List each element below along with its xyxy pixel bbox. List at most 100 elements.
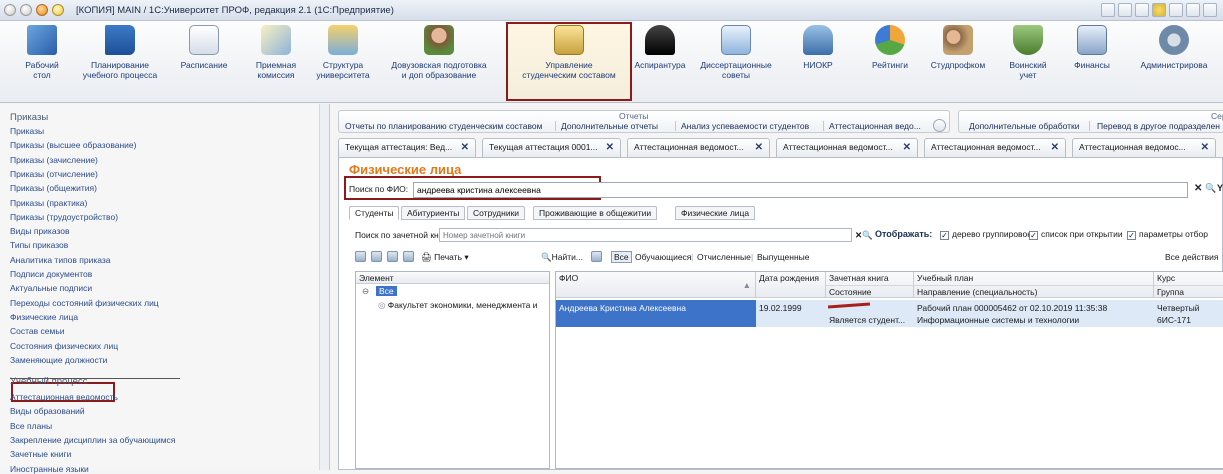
star-icon[interactable]	[1152, 3, 1166, 17]
section-dissertation[interactable]: Диссертационные советы	[692, 25, 780, 80]
back-icon[interactable]	[20, 4, 32, 16]
section-structure[interactable]: Структура университета	[312, 25, 374, 80]
table-icon[interactable]	[403, 251, 414, 262]
option-list[interactable]: ✓ список при открытии	[1029, 229, 1123, 240]
calculator-icon[interactable]	[1101, 3, 1115, 17]
find-button[interactable]: 🔍Найти...	[541, 252, 583, 263]
sidebar-item[interactable]: Закрепление дисциплин за обучающимся	[10, 435, 175, 445]
sidebar-item[interactable]: Заменяющие должности	[10, 355, 107, 365]
column-record-book[interactable]: Зачетная книга Состояние	[826, 272, 914, 298]
fio-search-input[interactable]	[413, 182, 1188, 198]
service-transfer[interactable]: Перевод в другое подразделен	[1097, 121, 1220, 131]
sidebar-scrollbar[interactable]	[319, 104, 329, 470]
more-reports-button[interactable]	[933, 119, 946, 132]
sidebar-item[interactable]: Приказы	[10, 126, 44, 136]
column-plan[interactable]: Учебный план Направление (специальность)	[914, 272, 1154, 298]
column-fio[interactable]: ФИО ▲	[556, 272, 756, 298]
section-desktop[interactable]: Рабочий стол	[14, 25, 70, 80]
sidebar-item[interactable]: Типы приказов	[10, 240, 68, 250]
close-icon[interactable]: ✕	[1201, 139, 1209, 156]
tab-open[interactable]: Текущая аттестация: Вед... ✕	[338, 138, 476, 157]
tab-open[interactable]: Аттестационная ведомост... ✕	[627, 138, 770, 157]
checkbox-icon[interactable]: ✓	[940, 231, 949, 240]
cell-course[interactable]: Четвертый 6ИС-171	[1154, 300, 1223, 327]
tree-root-row[interactable]: ⊖ Все	[356, 286, 549, 298]
sidebar-item[interactable]: Приказы (практика)	[10, 198, 87, 208]
clear-search-icon[interactable]: ✕🔍	[855, 230, 873, 241]
section-finance[interactable]: Финансы	[1064, 25, 1120, 70]
subtab-employees[interactable]: Сотрудники	[467, 206, 526, 220]
sidebar-item[interactable]: Приказы (высшее образование)	[10, 140, 136, 150]
section-schedule[interactable]: Расписание	[172, 25, 236, 70]
sidebar-item[interactable]: Состав семьи	[10, 326, 65, 336]
service-additional[interactable]: Дополнительные обработки	[969, 121, 1079, 131]
tree-item[interactable]: ◎ Факультет экономики, менеджмента и	[378, 300, 548, 311]
sidebar-item[interactable]: Приказы (трудоустройство)	[10, 212, 118, 222]
option-filter[interactable]: ✓ параметры отбор	[1127, 229, 1208, 240]
tree-root[interactable]: Все	[376, 286, 397, 296]
preview-icon[interactable]	[1135, 3, 1149, 17]
sidebar-item[interactable]: Переходы состояний физических лиц	[10, 298, 159, 308]
close-icon[interactable]: ✕	[755, 139, 763, 156]
section-postgraduate[interactable]: Аспирантура	[630, 25, 690, 70]
print-icon[interactable]	[1118, 3, 1132, 17]
option-tree[interactable]: ✓ дерево группировок	[940, 229, 1031, 240]
column-course[interactable]: Курс Группа	[1154, 272, 1223, 298]
calendar-icon[interactable]	[1186, 3, 1200, 17]
window-icon[interactable]	[1203, 3, 1217, 17]
sidebar-item[interactable]: Приказы (отчисление)	[10, 169, 98, 179]
clear-icon[interactable]: ✕	[1194, 183, 1202, 194]
close-icon[interactable]: ✕	[903, 139, 911, 156]
tab-open[interactable]: Аттестационная ведомос... ✕	[1072, 138, 1216, 157]
section-admission[interactable]: Приемная комиссия	[246, 25, 306, 80]
sidebar-item[interactable]: Аналитика типов приказа	[10, 255, 111, 265]
cell-fio[interactable]: Андреева Кристина Алексеевна	[556, 300, 756, 327]
cell-record-book[interactable]: Является студент...	[826, 300, 914, 327]
cell-plan[interactable]: Рабочий план 000005462 от 02.10.2019 11:…	[914, 300, 1154, 327]
sidebar-item[interactable]: Аттестационная ведомость	[10, 392, 118, 402]
forward-icon[interactable]	[36, 4, 48, 16]
sidebar-item[interactable]: Зачетные книги	[10, 449, 71, 459]
subtab-dormitory[interactable]: Проживающие в общежитии	[533, 206, 658, 220]
tab-open[interactable]: Аттестационная ведомост... ✕	[776, 138, 918, 157]
section-ratings[interactable]: Рейтинги	[862, 25, 918, 70]
section-planning[interactable]: Планирование учебного процесса	[80, 25, 160, 80]
collapse-icon[interactable]: ⊖	[362, 286, 369, 297]
close-icon[interactable]: ✕	[606, 139, 614, 156]
cancel-search-icon[interactable]	[591, 251, 602, 262]
sidebar-item[interactable]: Физические лица	[10, 312, 78, 322]
filter-expelled[interactable]: Отчисленные	[697, 252, 751, 262]
filter-studying[interactable]: Обучающиеся	[635, 252, 691, 262]
section-pre-university[interactable]: Довузовская подготовка и доп образование	[380, 25, 498, 80]
refresh-icon[interactable]	[387, 251, 398, 262]
sidebar-item[interactable]: Иностранные языки	[10, 464, 89, 474]
column-birth[interactable]: Дата рождения	[756, 272, 826, 298]
tab-open[interactable]: Аттестационная ведомост... ✕	[924, 138, 1066, 157]
sidebar-item[interactable]: Виды образований	[10, 406, 85, 416]
filter-graduated[interactable]: Выпущенные	[757, 252, 809, 262]
checkbox-icon[interactable]: ✓	[1127, 231, 1136, 240]
section-union[interactable]: Студпрофком	[924, 25, 992, 70]
sidebar-item[interactable]: Все планы	[10, 421, 52, 431]
sidebar-item[interactable]: Виды приказов	[10, 226, 70, 236]
home-icon[interactable]	[1169, 3, 1183, 17]
sidebar-item[interactable]: Приказы (общежития)	[10, 183, 97, 193]
print-button[interactable]: 🖨 Печать ▾	[421, 252, 469, 263]
close-icon[interactable]: ✕	[1051, 139, 1059, 156]
report-performance[interactable]: Анализ успеваемости студентов	[681, 121, 809, 131]
subtab-applicants[interactable]: Абитуриенты	[401, 206, 466, 220]
tab-open[interactable]: Текущая аттестация 0001... ✕	[482, 138, 621, 157]
filter-all[interactable]: Все	[611, 251, 632, 263]
close-icon[interactable]: ✕	[461, 139, 469, 156]
section-military[interactable]: Воинский учет	[1000, 25, 1056, 80]
report-planning[interactable]: Отчеты по планированию студенческим сост…	[345, 121, 542, 131]
cell-birth[interactable]: 19.02.1999	[756, 300, 826, 327]
section-administration[interactable]: Администрирова	[1126, 25, 1222, 70]
sidebar-item[interactable]: Приказы (зачисление)	[10, 155, 98, 165]
report-additional[interactable]: Дополнительные отчеты	[561, 121, 658, 131]
all-actions-menu[interactable]: Все действия	[1165, 252, 1218, 262]
section-research[interactable]: НИОКР	[794, 25, 842, 70]
report-attestation[interactable]: Аттестационная ведо...	[829, 121, 921, 131]
copy-icon[interactable]	[371, 251, 382, 262]
table-row[interactable]: Андреева Кристина Алексеевна 19.02.1999 …	[556, 300, 1223, 327]
